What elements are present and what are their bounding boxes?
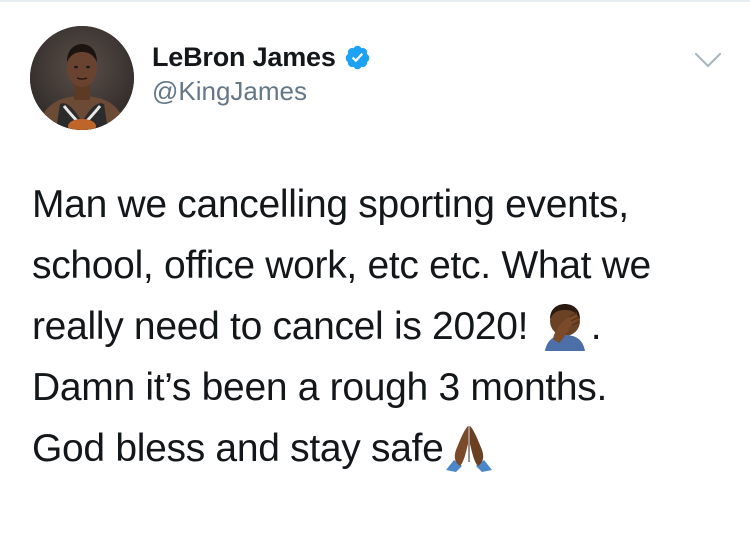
display-name[interactable]: LeBron James	[152, 42, 336, 73]
chevron-down-icon[interactable]	[692, 48, 724, 72]
tweet-text: Man we cancelling sporting events, schoo…	[32, 174, 732, 479]
face-palm-emoji	[544, 303, 585, 351]
tweet-line-period: .	[590, 305, 602, 348]
verified-badge-icon	[345, 45, 369, 69]
user-handle[interactable]: @KingJames	[152, 76, 307, 107]
tweet-line-text: really need to cancel is 2020!	[32, 305, 539, 348]
name-row: LeBron James	[152, 40, 371, 74]
tweet-line-text: God bless and stay safe	[32, 427, 444, 470]
tweet-line: school, office work, etc etc. What we	[32, 244, 651, 287]
tweet-line: God bless and stay safe	[32, 418, 732, 479]
folded-hands-emoji	[445, 425, 492, 472]
top-divider	[0, 0, 750, 2]
tweet-line: Damn it’s been a rough 3 months.	[32, 366, 608, 409]
tweet-line: really need to cancel is 2020! .	[32, 296, 732, 357]
avatar[interactable]	[30, 26, 134, 130]
tweet-line: Man we cancelling sporting events,	[32, 183, 629, 226]
avatar-image	[30, 26, 134, 130]
